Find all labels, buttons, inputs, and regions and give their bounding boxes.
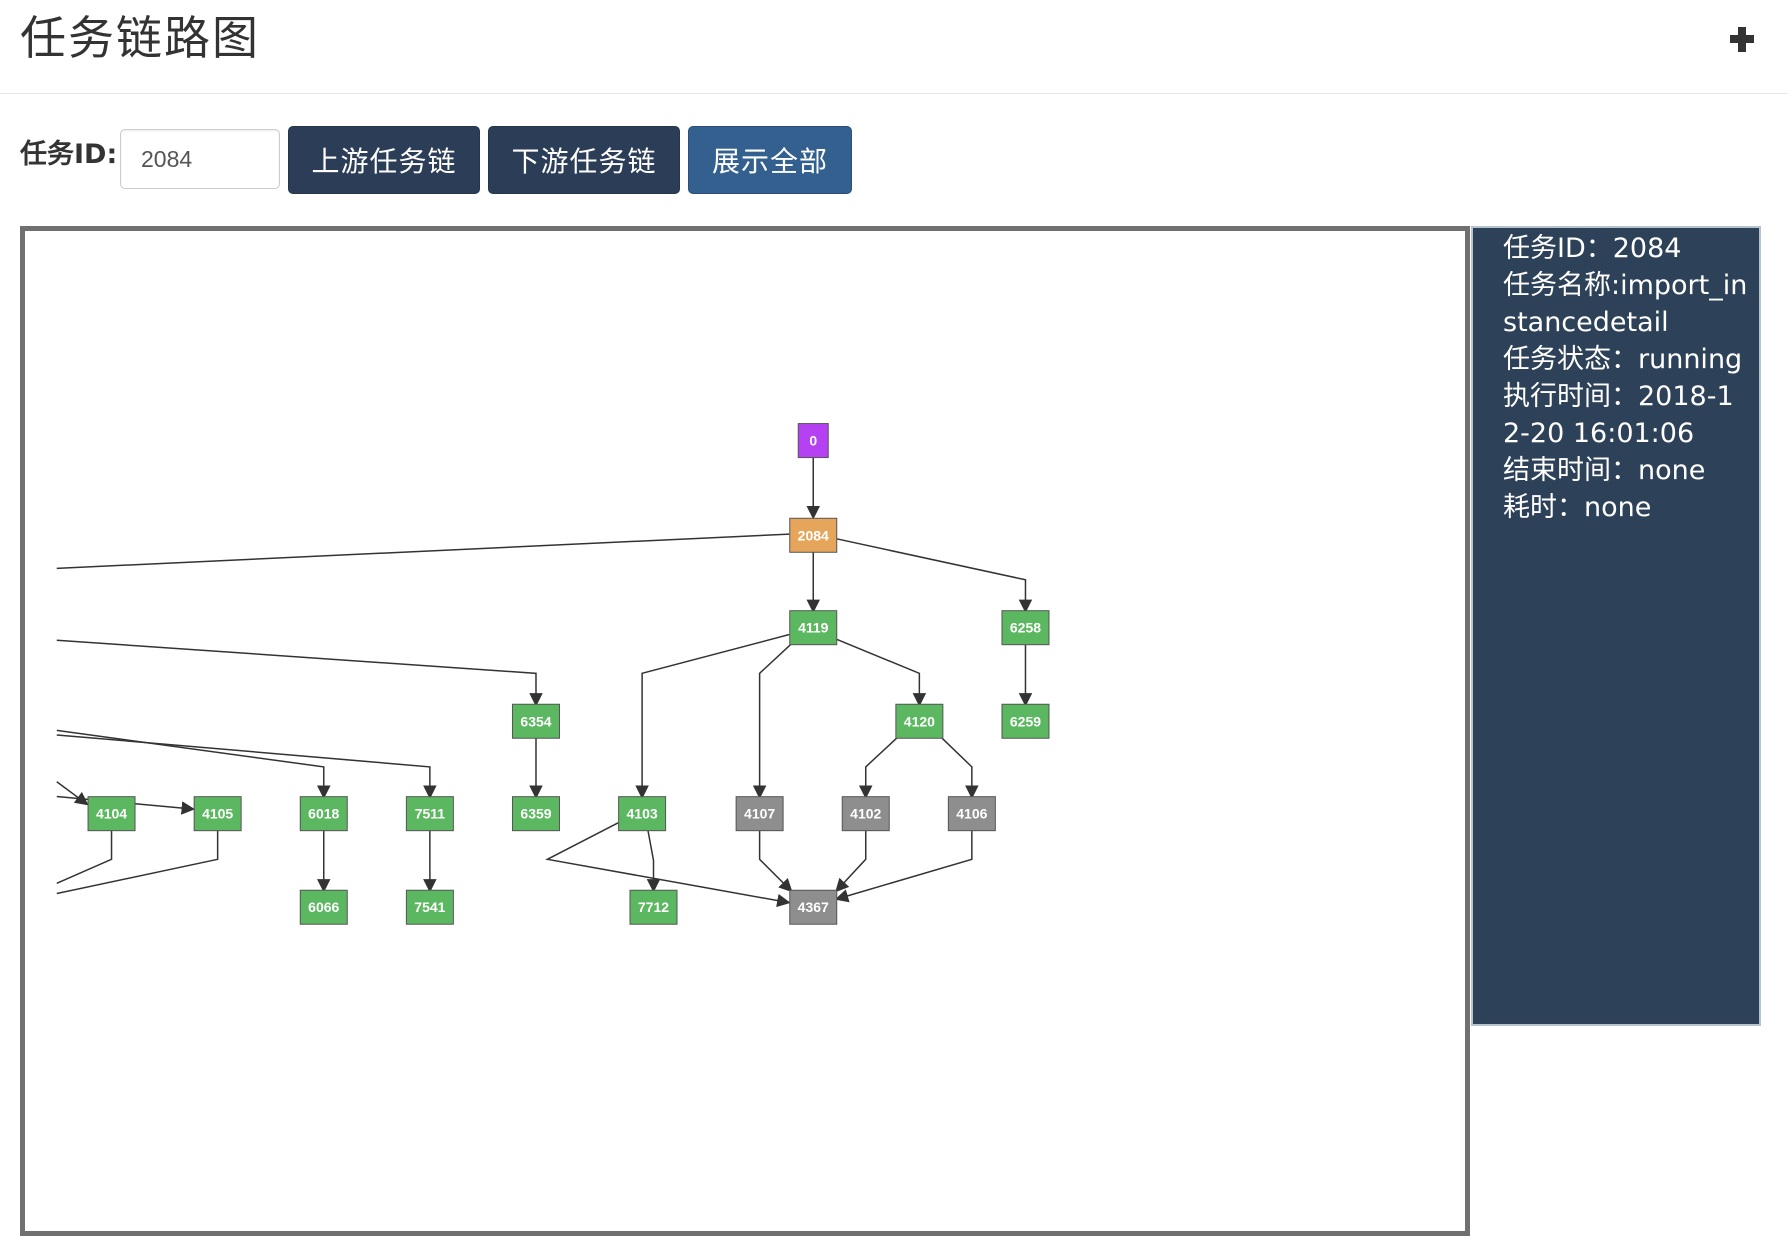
task-node-4105[interactable]: 4105	[193, 796, 242, 832]
task-node-label: 4119	[798, 620, 829, 636]
info-end-time: 结束时间：none	[1503, 455, 1706, 486]
graph-edge	[835, 537, 1033, 614]
graph-edge	[56, 729, 331, 800]
task-node-label: 4106	[956, 806, 987, 822]
graph-edge	[56, 829, 113, 884]
graph-edge	[646, 829, 661, 893]
task-node-label: 6354	[520, 713, 551, 729]
graph-edge	[56, 639, 543, 707]
graph-edge	[635, 633, 790, 800]
task-node-6066[interactable]: 6066	[299, 889, 348, 925]
page-header: 任务链路图	[0, 0, 1788, 94]
show-all-button[interactable]: 展示全部	[688, 126, 852, 194]
task-node-label: 4120	[904, 713, 935, 729]
plus-icon[interactable]	[1722, 14, 1762, 60]
graph-edge	[56, 734, 437, 800]
task-node-7712[interactable]: 7712	[629, 889, 678, 925]
graph-edge	[758, 829, 793, 893]
task-node-4120[interactable]: 4120	[895, 703, 944, 739]
task-node-4119[interactable]: 4119	[789, 610, 838, 646]
task-node-label: 7712	[638, 899, 669, 915]
graph-edge	[834, 829, 973, 903]
task-node-label: 4107	[744, 806, 775, 822]
downstream-chain-button[interactable]: 下游任务链	[488, 126, 680, 194]
info-duration: 耗时：none	[1503, 492, 1652, 523]
task-node-6258[interactable]: 6258	[1001, 610, 1050, 646]
task-node-6354[interactable]: 6354	[511, 703, 560, 739]
task-node-6359[interactable]: 6359	[511, 796, 560, 832]
task-node-6259[interactable]: 6259	[1001, 703, 1050, 739]
info-exec-time: 执行时间：2018-12-20 16:01:06	[1503, 381, 1734, 449]
task-node-label: 6066	[308, 899, 339, 915]
task-graph[interactable]: 0 2084 4119 6258 6354 4120 6259 4104 4105 6018 751…	[25, 231, 1465, 1236]
upstream-chain-button[interactable]: 上游任务链	[288, 126, 480, 194]
task-node-label: 2084	[798, 527, 829, 543]
page-title: 任务链路图	[20, 11, 260, 65]
graph-edge	[56, 781, 89, 806]
task-node-label: 4102	[850, 806, 881, 822]
task-node-label: 4105	[202, 806, 233, 822]
graph-edge	[56, 829, 219, 895]
task-node-0[interactable]: 0	[797, 423, 829, 459]
task-info-panel: 任务ID：2084 任务名称:import_instancedetail 任务状…	[1471, 226, 1761, 1026]
task-id-input[interactable]	[120, 129, 280, 189]
info-task-status: 任务状态：running	[1503, 344, 1743, 375]
task-node-7511[interactable]: 7511	[405, 796, 454, 832]
task-node-6018[interactable]: 6018	[299, 796, 348, 832]
graph-edge	[752, 643, 793, 800]
graph-edge	[835, 829, 867, 893]
task-node-label: 6259	[1010, 713, 1041, 729]
task-id-label: 任务ID:	[20, 139, 118, 170]
task-node-label: 7511	[415, 806, 446, 822]
task-node-4104[interactable]: 4104	[87, 796, 136, 832]
task-node-4107[interactable]: 4107	[735, 796, 784, 832]
task-node-label: 0	[809, 433, 817, 449]
task-graph-panel[interactable]: 0 2084 4119 6258 6354 4120 6259 4104 4105 6018 751…	[20, 226, 1470, 1236]
info-task-id: 任务ID：2084	[1503, 233, 1682, 264]
task-node-4103[interactable]: 4103	[618, 796, 667, 832]
task-node-label: 4104	[96, 806, 127, 822]
task-node-4367[interactable]: 4367	[789, 889, 838, 925]
task-node-label: 6018	[308, 806, 339, 822]
graph-edge	[56, 533, 790, 570]
task-node-4106[interactable]: 4106	[947, 796, 996, 832]
task-node-label: 4103	[627, 806, 658, 822]
graph-edge	[858, 736, 899, 800]
task-node-label: 4367	[798, 899, 829, 915]
task-node-label: 6258	[1010, 620, 1041, 636]
task-node-2084[interactable]: 2084	[789, 517, 838, 553]
graph-edge	[940, 736, 979, 800]
task-node-7541[interactable]: 7541	[405, 889, 454, 925]
graph-edge	[835, 638, 927, 707]
task-node-label: 7541	[414, 899, 445, 915]
info-task-name: 任务名称:import_instancedetail	[1503, 270, 1748, 338]
task-node-4102[interactable]: 4102	[841, 796, 890, 832]
task-node-label: 6359	[520, 806, 551, 822]
